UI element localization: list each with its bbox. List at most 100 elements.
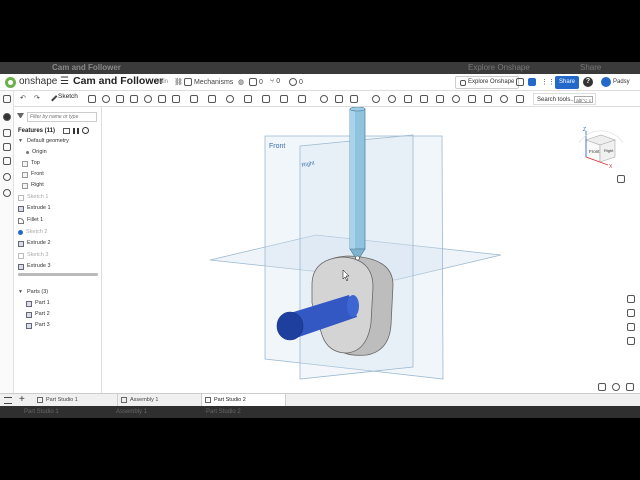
pattern-icon[interactable] [262, 95, 270, 103]
search-tools-input[interactable]: Search tools... alt/⌥ c [533, 93, 596, 105]
section-view-icon[interactable] [626, 383, 634, 391]
learning-icon[interactable] [516, 78, 524, 86]
extrude-icon[interactable] [88, 95, 96, 103]
feature-filter-input[interactable] [27, 111, 97, 122]
sketch-button[interactable]: Sketch [47, 91, 78, 102]
surface-icon[interactable] [420, 95, 428, 103]
custom-feature-icon[interactable] [500, 95, 508, 103]
right-panel-icon-3[interactable] [627, 323, 635, 331]
folder-add-icon[interactable] [63, 127, 71, 134]
branches-indicator[interactable]: ⑂ 0 [270, 78, 280, 85]
menu-icon[interactable]: ☰ [60, 76, 69, 87]
variable-icon[interactable] [468, 95, 476, 103]
add-custom-feature-icon[interactable] [516, 95, 524, 103]
folder-breadcrumb[interactable]: Mechanisms [184, 78, 233, 86]
curve-icon[interactable] [436, 95, 444, 103]
zoom-fit-icon[interactable] [598, 383, 606, 391]
notifications-glyph [528, 78, 536, 86]
plane-icon[interactable] [372, 95, 380, 103]
graphics-viewport[interactable]: Front Right Front Right Z X [103, 107, 640, 393]
transform-icon[interactable] [320, 95, 328, 103]
tree-item-fillet-1[interactable]: Fillet 1 [18, 216, 43, 225]
sweep-icon[interactable] [116, 95, 124, 103]
pencil-icon [47, 91, 58, 102]
branch-label[interactable]: Main [155, 79, 168, 85]
chevron-down-icon[interactable]: ▼ [18, 137, 24, 146]
parts-node[interactable]: ▼ Parts (3) [18, 288, 48, 297]
measure-icon[interactable] [452, 95, 460, 103]
variables-icon[interactable] [3, 157, 11, 165]
notifications-icon[interactable] [528, 78, 536, 86]
sheet-metal-icon[interactable] [404, 95, 412, 103]
chamfer-icon[interactable] [190, 95, 198, 103]
appearance-icon[interactable] [3, 189, 11, 197]
comments-indicator[interactable]: 0 [289, 78, 303, 86]
features-title: Features (11) [18, 127, 56, 134]
tab-part-studio-1[interactable]: Part Studio 1 [34, 394, 118, 406]
model-canvas[interactable]: Front Right Front Right Z X [103, 107, 640, 393]
split-icon[interactable] [298, 95, 306, 103]
render-mode-icon[interactable] [612, 383, 620, 391]
view-options-icon[interactable] [617, 175, 625, 183]
mate-connector-icon[interactable] [388, 95, 396, 103]
mirror-icon[interactable] [335, 95, 343, 103]
right-panel-icon-2[interactable] [627, 309, 635, 317]
add-tab-button[interactable]: + [19, 394, 25, 406]
shell-icon[interactable] [226, 95, 234, 103]
tree-item-front[interactable]: Front [22, 170, 44, 179]
globe-icon[interactable]: ◍ [238, 78, 244, 86]
thicken-icon[interactable] [144, 95, 152, 103]
tab-assembly-1[interactable]: Assembly 1 [118, 394, 202, 406]
redo-icon[interactable]: ↷ [34, 94, 40, 102]
frame-icon[interactable] [484, 95, 492, 103]
features-list-icon[interactable] [3, 95, 11, 103]
part-item-3[interactable]: Part 3 [26, 321, 50, 330]
parts-icon[interactable] [3, 129, 11, 137]
part-item-2[interactable]: Part 2 [26, 310, 50, 319]
tree-item-extrude-1[interactable]: Extrude 1 [18, 204, 51, 213]
default-geometry-node[interactable]: ▼ Default geometry [18, 137, 69, 146]
tab-manager-icon[interactable] [4, 397, 12, 404]
tree-item-sketch-2[interactable]: Sketch 2 [18, 228, 47, 237]
chevron-down-icon[interactable]: ▼ [18, 288, 24, 297]
view-cube[interactable]: Front Right Z X [578, 127, 624, 170]
pause-icon[interactable] [73, 127, 80, 134]
part-item-1[interactable]: Part 1 [26, 299, 50, 308]
hole-icon[interactable] [244, 95, 252, 103]
user-avatar-icon[interactable] [601, 77, 611, 87]
help-icon[interactable]: ? [583, 77, 593, 87]
comment-icon[interactable] [3, 113, 11, 121]
loft-icon[interactable] [130, 95, 138, 103]
tree-item-extrude-2[interactable]: Extrude 2 [18, 239, 51, 248]
configurations-icon[interactable] [3, 143, 11, 151]
enclose-icon[interactable] [158, 95, 166, 103]
explore-onshape-button[interactable]: Explore Onshape [455, 76, 520, 89]
versions-indicator[interactable]: 0 [249, 78, 263, 86]
tree-item-sketch-1[interactable]: Sketch 1 [18, 193, 48, 202]
tree-item-right[interactable]: Right [22, 181, 44, 190]
tree-item-extrude-3[interactable]: Extrude 3 [18, 262, 51, 271]
user-name[interactable]: Padsy [613, 79, 630, 85]
history-icon[interactable] [3, 173, 11, 181]
branches-count: 0 [276, 78, 281, 85]
apps-icon[interactable]: ⋮⋮ [541, 78, 555, 86]
boolean-icon[interactable] [280, 95, 288, 103]
filter-icon[interactable] [17, 113, 24, 120]
fillet-icon[interactable] [172, 95, 180, 103]
revolve-icon[interactable] [102, 95, 110, 103]
draft-icon[interactable] [208, 95, 216, 103]
link-icon[interactable]: ⛓ [174, 78, 183, 86]
share-button[interactable]: Share [555, 76, 579, 89]
tab-part-studio-2[interactable]: Part Studio 2 [202, 394, 286, 406]
delete-part-icon[interactable] [350, 95, 358, 103]
tree-item-sketch-3[interactable]: Sketch 3 [18, 251, 48, 260]
clock-icon[interactable] [82, 127, 90, 134]
tree-item-top[interactable]: Top [22, 159, 40, 168]
right-panel-icon-1[interactable] [627, 295, 635, 303]
rollback-bar[interactable] [18, 273, 98, 276]
undo-icon[interactable]: ↶ [20, 94, 26, 102]
ghost-tab-1: Part Studio 1 [24, 409, 59, 415]
tree-item-origin[interactable]: Origin [26, 148, 47, 157]
document-title[interactable]: Cam and Follower [73, 75, 163, 87]
right-panel-icon-4[interactable] [627, 337, 635, 345]
